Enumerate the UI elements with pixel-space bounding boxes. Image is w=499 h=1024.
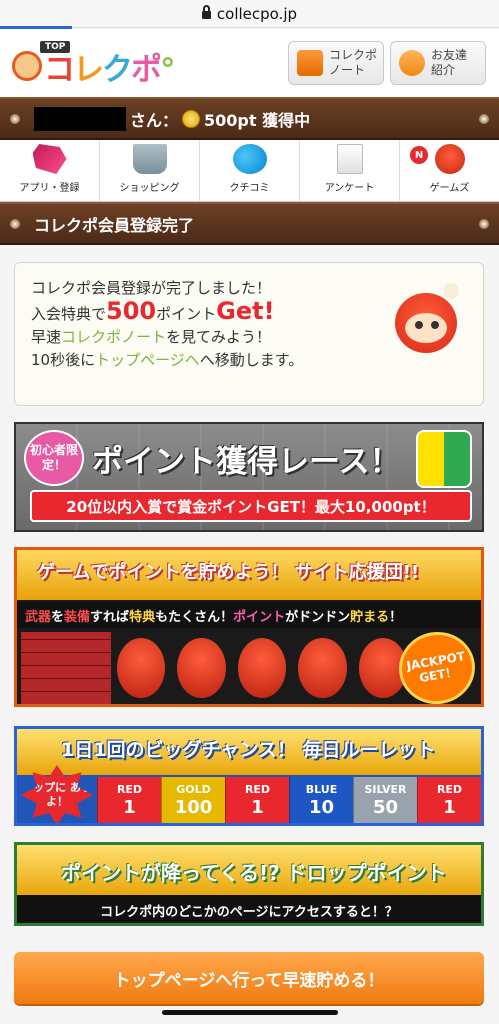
calculator-icon (297, 50, 323, 76)
roulette-tile: RED 1 (97, 777, 161, 823)
message-text: 早速 (31, 328, 62, 346)
banner-title: 1日1回のビッグチャンス！ 毎日ルーレット (61, 739, 436, 761)
beginner-badge: 初心者限定！ (24, 430, 84, 486)
beginner-mark-icon (416, 430, 472, 488)
nail-icon (10, 114, 20, 124)
invite-friends-button[interactable]: お友達 紹介 (390, 41, 486, 85)
points-status: 500pt 獲得中 (204, 110, 311, 130)
roulette-tiles: RED 1 GOLD 100 RED 1 BLUE 10 SILVER 50 RED 1 (97, 777, 481, 823)
brick-wall-icon (21, 632, 111, 704)
mascot-group (117, 638, 408, 702)
address-bar[interactable]: collecpo.jp (0, 0, 499, 28)
coin-icon (182, 109, 201, 128)
note-link[interactable]: コレクポノート (61, 328, 166, 346)
go-to-top-page-button[interactable]: トップページへ行って早速貯める！ (14, 952, 484, 1004)
section-title: コレクポ会員登録完了 (34, 215, 195, 235)
lock-icon (201, 4, 211, 19)
nail-icon (10, 219, 20, 229)
logo-wordmark: コレクポ° (44, 52, 175, 88)
nav-label: ゲームズ (429, 183, 470, 194)
nav-item-reviews[interactable]: クチコミ (200, 140, 300, 201)
points-race-banner[interactable]: 初心者限定！ ポイント獲得レース！ 20位以内入賞で賞金ポイントGET！最大10… (14, 422, 484, 532)
site-header: TOP コレクポ° コレクポ ノート お友達 紹介 (0, 29, 499, 97)
banner-subtitle: コレクポ内のどこかのページにアクセスすると！？ (100, 904, 398, 920)
user-points-bar: さん： 500pt 獲得中 (0, 97, 499, 140)
section-title-bar: コレクポ会員登録完了 (0, 202, 499, 245)
new-badge: N (410, 146, 428, 164)
speech-bubble-icon (232, 144, 267, 174)
registration-complete-message: コレクポ会員登録が完了しました！ 入会特典で500ポイントGet! 早速コレクポ… (14, 262, 484, 406)
cart-icon (132, 144, 167, 174)
clipboard-icon (336, 144, 363, 174)
roulette-tile: BLUE 10 (289, 777, 353, 823)
banner-title: ポイント獲得レース！ (92, 444, 401, 480)
daily-roulette-banner[interactable]: 1日1回のビッグチャンス！ 毎日ルーレット トップに あるよ！ RED 1 GOL… (14, 726, 484, 826)
nav-label: クチコミ (229, 183, 270, 194)
category-nav: アプリ・登録 ショッピング クチコミ アンケート N ゲームズ (0, 140, 499, 202)
banner-title: ゲームでポイントを貯めよう！ サイト応援団!! (37, 562, 420, 583)
banner-subtitle: 20位以内入賞で賞金ポイントGET！最大10,000pt！ (30, 490, 472, 522)
mascot-illustration (391, 283, 461, 359)
puzzle-icon (32, 144, 67, 174)
screen: collecpo.jp TOP コレクポ° コレクポ ノート お友達 紹介 さん… (0, 0, 499, 1024)
get-label: Get! (216, 297, 275, 325)
redacted-username (34, 106, 126, 131)
roulette-tile: GOLD 100 (161, 777, 225, 823)
nav-item-survey[interactable]: アンケート (300, 140, 400, 201)
url-text: collecpo.jp (216, 4, 298, 23)
nav-item-games[interactable]: N ゲームズ (400, 140, 499, 201)
nail-icon (479, 114, 489, 124)
user-suffix: さん： (130, 110, 179, 130)
roulette-tile: RED 1 (225, 777, 289, 823)
top-page-link[interactable]: トップページへ (95, 351, 200, 369)
banner-title: ポイントが降ってくる!? ドロップポイント (61, 861, 447, 885)
nav-label: アンケート (324, 183, 375, 194)
drop-point-banner[interactable]: ポイントが降ってくる!? ドロップポイント コレクポ内のどこかのページにアクセス… (14, 842, 484, 926)
note-button-label: コレクポ ノート (329, 48, 378, 77)
banner-subtitle: 武器を装備 すれば 特典 もたくさん！ ポイント がドンドン 貯まる！ (17, 602, 481, 628)
message-text: へ移動します。 (199, 351, 304, 369)
friends-icon (399, 50, 425, 76)
roulette-tile: RED 1 (417, 777, 481, 823)
nav-item-apps[interactable]: アプリ・登録 (0, 140, 100, 201)
mascot-icon (434, 144, 465, 174)
roulette-tile: SILVER 50 (353, 777, 417, 823)
home-indicator[interactable] (162, 1010, 338, 1015)
bonus-points: 500 (106, 297, 157, 325)
message-text: 10秒後に (31, 351, 96, 369)
mascot-icon (12, 51, 42, 81)
nav-label: アプリ・登録 (19, 183, 80, 194)
site-support-game-banner[interactable]: ゲームでポイントを貯めよう！ サイト応援団!! 武器を装備 すれば 特典 もたくさん！… (14, 547, 484, 707)
site-logo[interactable]: TOP コレクポ° (10, 41, 182, 87)
message-text: を見てみよう！ (166, 328, 272, 346)
message-text: 入会特典で (31, 305, 107, 323)
nail-icon (479, 219, 489, 229)
note-button[interactable]: コレクポ ノート (288, 41, 384, 85)
invite-button-label: お友達 紹介 (431, 48, 468, 77)
message-text: ポイント (156, 305, 217, 323)
nav-label: ショッピング (119, 183, 180, 194)
nav-item-shopping[interactable]: ショッピング (100, 140, 200, 201)
